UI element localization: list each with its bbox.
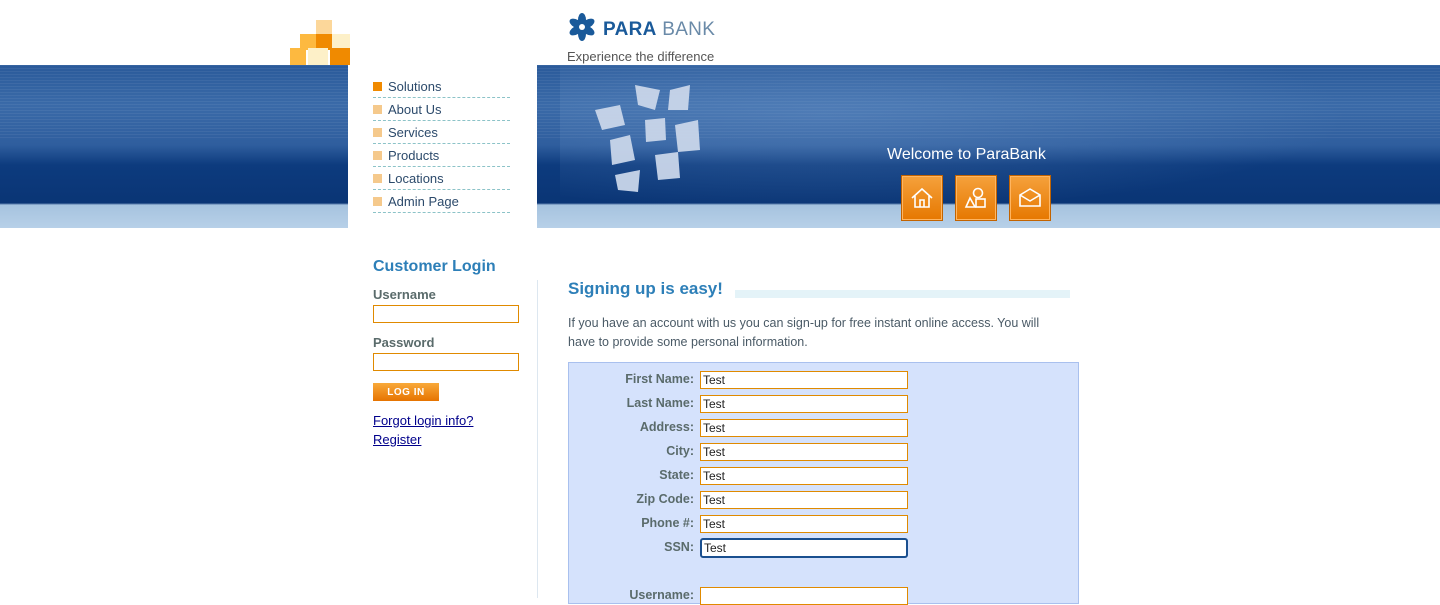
home-button[interactable] [901,175,943,221]
nav-item-locations[interactable]: Locations [373,167,510,190]
nav-item-solutions[interactable]: Solutions [373,75,510,98]
password-label: Password [373,335,435,350]
form-row-address: Address: Test [568,419,908,437]
phone-label: Phone #: [641,516,694,530]
ssn-input[interactable]: Test [700,538,908,558]
parabank-flower-icon [567,12,597,47]
bullet-square-icon [373,104,382,114]
form-row-last-name: Last Name: Test [568,395,908,413]
form-row-city: City: Test [568,443,908,461]
address-label: Address: [639,420,694,434]
city-label: City: [666,444,694,458]
sidebar-divider [537,280,538,598]
bullet-square-icon [373,127,382,137]
bullet-square-icon [373,173,382,183]
first-name-label: First Name: [625,372,694,386]
contact-icon [1019,188,1041,207]
form-row-zip-code: Zip Code: Test [568,491,908,509]
welcome-text: Welcome to ParaBank [887,146,1046,163]
login-password-input[interactable] [373,353,519,371]
title-underline [735,290,1070,298]
zip-code-input[interactable]: Test [700,491,908,509]
register-username-input[interactable] [700,587,908,605]
bullet-square-icon [373,196,382,206]
home-icon [911,187,933,208]
form-row-state: State: Test [568,467,908,485]
nav-item-products[interactable]: Products [373,144,510,167]
ssn-label: SSN: [664,540,694,554]
form-row-username: Username: [568,587,908,605]
nav-item-admin-page[interactable]: Admin Page [373,190,510,213]
first-name-input[interactable]: Test [700,371,908,389]
nav-panel: Solutions About Us Services Products Loc… [348,65,537,243]
city-input[interactable]: Test [700,443,908,461]
form-row-ssn: SSN: Test [568,538,908,558]
nav-menu: Solutions About Us Services Products Loc… [373,75,510,213]
address-input[interactable]: Test [700,419,908,437]
state-input[interactable]: Test [700,467,908,485]
form-row-first-name: First Name: Test [568,371,908,389]
nav-item-services[interactable]: Services [373,121,510,144]
brand[interactable]: PARA BANK Experience the difference [567,12,715,64]
login-button[interactable]: LOG IN [373,383,439,401]
state-label: State: [659,468,694,482]
contact-button[interactable] [1009,175,1051,221]
zip-code-label: Zip Code: [636,492,694,506]
phone-input[interactable]: Test [700,515,908,533]
hero-emblem-icon [595,85,700,192]
login-username-input[interactable] [373,305,519,323]
nav-item-about-us[interactable]: About Us [373,98,510,121]
register-link[interactable]: Register [373,432,421,447]
page-title: Signing up is easy! [568,279,723,298]
about-icon [964,187,986,208]
brand-tagline: Experience the difference [567,49,715,64]
about-button[interactable] [955,175,997,221]
brand-name: PARA BANK [603,18,716,40]
forgot-login-link[interactable]: Forgot login info? [373,413,473,428]
form-row-phone: Phone #: Test [568,515,908,533]
brand-logo-squares [290,18,350,66]
last-name-label: Last Name: [626,396,694,410]
customer-login-title: Customer Login [373,258,496,275]
intro-text: If you have an account with us you can s… [568,316,1040,349]
register-username-label: Username: [629,588,694,602]
bullet-square-icon [373,150,382,160]
last-name-input[interactable]: Test [700,395,908,413]
bullet-square-icon [373,81,382,91]
username-label: Username [373,287,436,302]
